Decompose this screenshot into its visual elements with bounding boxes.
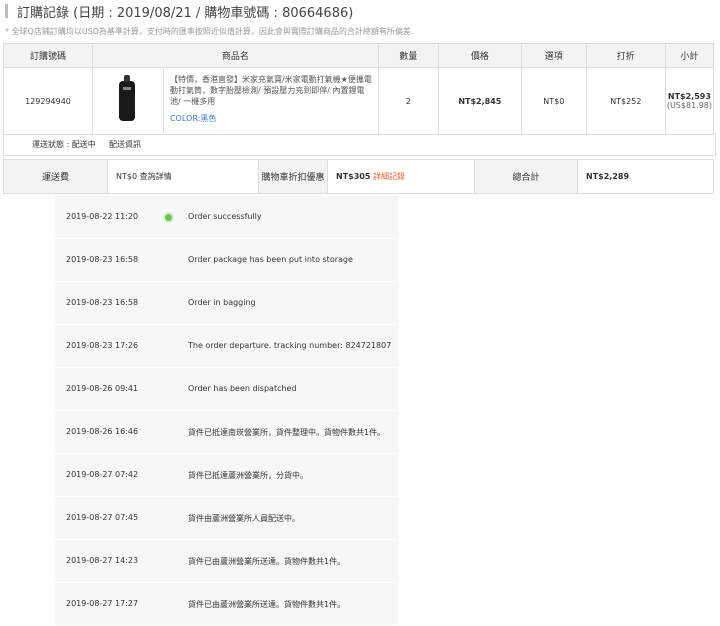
timeline-message: 貨件已抵達蘆洲營業所，分貨中。: [188, 471, 308, 480]
timeline-time: 2019-08-22 11:20: [66, 212, 139, 221]
timeline-message: 貨件已抵達南崁營業所，貨件整理中。貨物件數共1件。: [188, 428, 386, 437]
product-color: COLOR:黑色: [169, 114, 217, 123]
timeline-message: Order package has been put into storage: [188, 255, 353, 264]
option-value: NT$0: [520, 67, 587, 135]
table-row: 129294940 【特價，香港直發】米家充氣寶/米家電動打氣機★便攜電動打氣筒…: [3, 67, 715, 135]
timeline-dot-active: [165, 214, 172, 221]
order-table-header: 訂購號碼 商品名 數量 價格 選項 打折 小計: [3, 43, 715, 68]
tracking-timeline: 2019-08-22 11:20 Order successfully 2019-…: [55, 196, 398, 626]
timeline-time: 2019-08-27 17:27: [66, 599, 139, 608]
discount-value: NT$252: [585, 67, 666, 135]
page-header: 訂購記錄 (日期 : 2019/08/21 / 購物車號碼 : 80664686…: [0, 0, 720, 22]
shipping-fee-value[interactable]: NT$0 查詢詳情: [107, 159, 259, 194]
summary-table: 運送費 NT$0 查詢詳情 購物車折扣優惠 NT$305 詳細記錄 總合計 NT…: [3, 159, 714, 194]
timeline-item: 2019-08-27 17:27 貨件已由蘆洲營業所送達。貨物件數共1件。: [55, 583, 398, 626]
timeline-item: 2019-08-23 16:58 Order in bagging: [55, 282, 398, 325]
timeline-time: 2019-08-23 16:58: [66, 255, 139, 264]
timeline-time: 2019-08-23 17:26: [66, 341, 139, 350]
timeline-message: 貨件由蘆洲營業所人員配送中。: [188, 514, 300, 523]
timeline-message: The order departure. tracking number: 82…: [188, 341, 392, 350]
page-title: 訂購記錄 (日期 : 2019/08/21 / 購物車號碼 : 80664686…: [17, 6, 354, 21]
qty-value: 2: [377, 67, 439, 135]
timeline-message: Order successfully: [188, 212, 262, 221]
grand-total-label: 總合計: [474, 159, 578, 194]
currency-note: * 全球Q店鋪訂購均以USD為基準計算，支付時的匯率按照近似值計算，因此會與實際…: [5, 27, 414, 36]
product-cell: 【特價，香港直發】米家充氣寶/米家電動打氣機★便攜電動打氣筒，數字胎壓檢測/ 預…: [91, 67, 379, 135]
subtotal-value: NT$2,593: [667, 92, 711, 101]
cart-discount-label: 購物車折扣優惠: [258, 159, 328, 194]
price-value: NT$2,845: [437, 67, 522, 135]
col-product: 商品名: [91, 43, 379, 68]
col-discount: 打折: [585, 43, 666, 68]
timeline-item: 2019-08-27 07:42 貨件已抵達蘆洲營業所，分貨中。: [55, 454, 398, 497]
timeline-item: 2019-08-26 09:41 Order has been dispatche…: [55, 368, 398, 411]
timeline-time: 2019-08-23 16:58: [66, 298, 139, 307]
product-name[interactable]: 【特價，香港直發】米家充氣寶/米家電動打氣機★便攜電動打氣筒，數字胎壓檢測/ 預…: [170, 75, 372, 106]
col-order-no: 訂購號碼: [3, 43, 93, 68]
timeline-time: 2019-08-26 09:41: [66, 384, 139, 393]
grand-total-value: NT$2,289: [577, 159, 714, 194]
shipping-fee-label: 運送費: [3, 159, 108, 194]
timeline-time: 2019-08-26 16:46: [66, 427, 139, 436]
timeline-item: 2019-08-26 16:46 貨件已抵達南崁營業所，貨件整理中。貨物件數共1件…: [55, 411, 398, 454]
order-table: 訂購號碼 商品名 數量 價格 選項 打折 小計 129294940 【特價，香港…: [3, 43, 715, 135]
col-subtotal: 小計: [664, 43, 715, 68]
product-thumbnail[interactable]: [93, 69, 164, 133]
timeline-time: 2019-08-27 14:23: [66, 556, 139, 565]
shipping-status: 運送狀態 : 配送中 配送資訊: [3, 132, 716, 156]
col-price: 價格: [437, 43, 522, 68]
shipping-info-link[interactable]: 配送資訊: [109, 139, 141, 150]
cart-discount-value: NT$305: [336, 172, 371, 181]
timeline-item: 2019-08-27 14:23 貨件已由蘆洲營業所送達。貨物件數共1件。: [55, 540, 398, 583]
detail-record-link[interactable]: 詳細記錄: [373, 172, 405, 181]
timeline-message: 貨件已由蘆洲營業所送達。貨物件數共1件。: [188, 600, 346, 609]
timeline-message: Order has been dispatched: [188, 384, 297, 393]
col-option: 選項: [520, 43, 587, 68]
subtotal-cell: NT$2,593 (US$81.98): [664, 67, 715, 135]
shipping-status-label: 運送狀態 : 配送中: [32, 140, 96, 149]
timeline-time: 2019-08-27 07:42: [66, 470, 139, 479]
subtotal-usd: (US$81.98): [666, 101, 712, 110]
air-pump-image: [118, 75, 135, 121]
order-number[interactable]: 129294940: [3, 67, 93, 135]
col-qty: 數量: [377, 43, 439, 68]
cart-discount-cell: NT$305 詳細記錄: [327, 159, 475, 194]
timeline-item: 2019-08-23 17:26 The order departure. tra…: [55, 325, 398, 368]
timeline-time: 2019-08-27 07:45: [66, 513, 139, 522]
header-accent-bar: [5, 4, 8, 18]
timeline-item: 2019-08-22 11:20 Order successfully: [55, 196, 398, 239]
timeline-message: 貨件已由蘆洲營業所送達。貨物件數共1件。: [188, 557, 346, 566]
timeline-item: 2019-08-27 07:45 貨件由蘆洲營業所人員配送中。: [55, 497, 398, 540]
timeline-message: Order in bagging: [188, 298, 256, 307]
timeline-item: 2019-08-23 16:58 Order package has been p…: [55, 239, 398, 282]
